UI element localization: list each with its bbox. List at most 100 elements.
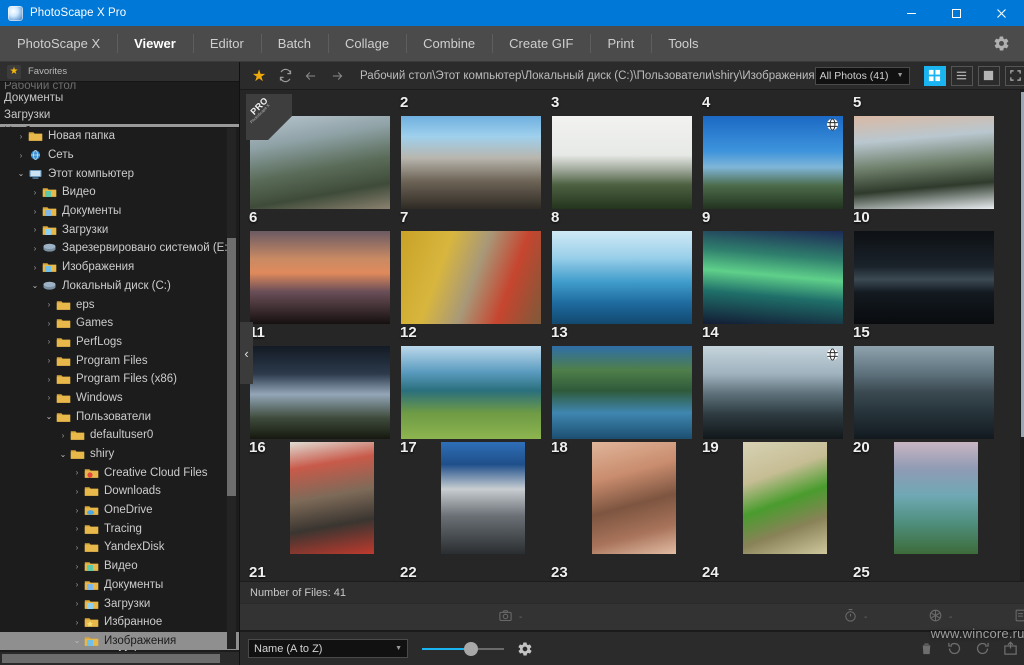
sidebar-hscrollbar-thumb[interactable] [2,654,220,663]
photo-filter-select[interactable]: All Photos (41) ▼ [814,66,910,85]
thumbnail-image[interactable] [552,346,692,439]
breadcrumb[interactable]: Рабочий стол\Этот компьютер\Локальный ди… [350,70,815,82]
favorite-item[interactable]: Рабочий стол [0,82,239,90]
chevron-right-icon[interactable]: › [70,599,84,608]
chevron-right-icon[interactable]: › [42,375,56,384]
thumbnail-cell[interactable]: 19 [699,439,850,554]
tree-item[interactable]: › Mobirise [0,650,239,651]
chevron-right-icon[interactable]: › [70,524,84,533]
thumbnail-cell[interactable]: 18 [548,439,699,554]
chevron-right-icon[interactable]: › [70,543,84,552]
tree-item[interactable]: › Видео [0,183,239,202]
tree-item[interactable]: › YandexDisk [0,538,239,557]
menu-item-photoscape-x[interactable]: PhotoScape X [0,26,117,61]
thumbnail-image[interactable] [703,346,843,439]
favorite-toggle-button[interactable]: ★ [246,65,272,87]
grid-scrollbar-thumb[interactable] [1020,92,1024,437]
refresh-button[interactable] [272,65,298,87]
thumbnail-image[interactable] [250,231,390,324]
menu-item-combine[interactable]: Combine [406,26,492,61]
tree-item[interactable]: › OneDrive [0,501,239,520]
thumbnail-image[interactable] [854,116,994,209]
sidebar-hscrollbar[interactable] [0,652,239,665]
chevron-right-icon[interactable]: › [28,244,42,253]
thumbnail-image[interactable] [854,231,994,324]
chevron-right-icon[interactable]: › [70,468,84,477]
thumbnail-cell[interactable]: 10 [850,209,1001,324]
tree-item[interactable]: › Windows [0,389,239,408]
chevron-right-icon[interactable]: › [70,580,84,589]
tree-item[interactable]: › Изображения [0,258,239,277]
fullscreen-view-button[interactable] [1004,65,1024,86]
maximize-button[interactable] [934,0,979,26]
chevron-down-icon[interactable]: ⌄ [70,636,84,645]
thumbnail-cell[interactable]: 6 [246,209,397,324]
chevron-down-icon[interactable]: ⌄ [14,169,28,178]
menu-item-create-gif[interactable]: Create GIF [492,26,590,61]
single-view-button[interactable] [977,65,1000,86]
menu-item-print[interactable]: Print [590,26,651,61]
tree-item[interactable]: › Избранное [0,613,239,632]
thumbnail-image[interactable] [441,442,525,554]
menu-item-collage[interactable]: Collage [328,26,406,61]
close-button[interactable] [979,0,1024,26]
thumbnail-image[interactable] [592,442,676,554]
tree-item[interactable]: ⌄ Этот компьютер [0,164,239,183]
thumbnail-image[interactable] [743,442,827,554]
thumbnail-image[interactable] [401,346,541,439]
thumbnail-image[interactable] [552,116,692,209]
tree-item[interactable]: › Загрузки [0,594,239,613]
thumbnail-cell[interactable]: 2 [397,94,548,209]
chevron-right-icon[interactable]: › [42,319,56,328]
thumbnail-cell[interactable]: 21 [246,564,397,581]
menu-item-editor[interactable]: Editor [192,26,261,61]
collapse-sidebar-button[interactable]: ‹ [240,322,253,384]
thumbnail-size-slider[interactable] [422,639,504,658]
list-view-button[interactable] [950,65,973,86]
sidebar-scrollbar[interactable] [227,128,236,649]
tree-item[interactable]: ⌄ Изображения [0,631,239,651]
chevron-down-icon[interactable]: ⌄ [28,281,42,290]
tree-item[interactable]: ⌄ Пользователи [0,407,239,426]
menu-item-batch[interactable]: Batch [260,26,328,61]
chevron-right-icon[interactable]: › [14,151,28,160]
thumbnail-cell[interactable]: 8 [548,209,699,324]
chevron-right-icon[interactable]: › [28,263,42,272]
grid-settings-button[interactable] [517,641,533,657]
slider-knob[interactable] [464,642,478,656]
tree-item[interactable]: ⌄ Локальный диск (C:) [0,277,239,296]
thumbnail-cell[interactable]: 24 [699,564,850,581]
tree-item[interactable]: ⌄ shiry [0,445,239,464]
thumbnail-image[interactable] [894,442,978,554]
chevron-down-icon[interactable]: ⌄ [42,412,56,421]
chevron-right-icon[interactable]: › [70,618,84,627]
tree-item[interactable]: › eps [0,295,239,314]
chevron-right-icon[interactable]: › [42,337,56,346]
tree-item[interactable]: › Видео [0,557,239,576]
sidebar-scrollbar-thumb[interactable] [227,238,236,496]
forward-button[interactable] [324,65,350,87]
menu-item-viewer[interactable]: Viewer [117,26,193,61]
chevron-right-icon[interactable]: › [84,650,98,651]
thumbnail-cell[interactable]: 1PROPhotoScape X [246,94,397,209]
thumbnail-cell[interactable]: 11 [246,324,397,439]
thumbnail-image[interactable] [703,116,843,209]
thumbnail-cell[interactable]: 3 [548,94,699,209]
chevron-right-icon[interactable]: › [28,225,42,234]
thumbnail-image[interactable] [703,231,843,324]
thumbnail-cell[interactable]: 7 [397,209,548,324]
tree-item[interactable]: › defaultuser0 [0,426,239,445]
thumbnail-image[interactable] [250,346,390,439]
favorite-item[interactable]: Документы [0,90,239,107]
chevron-right-icon[interactable]: › [42,300,56,309]
chevron-right-icon[interactable]: › [28,207,42,216]
settings-button[interactable] [979,26,1024,61]
chevron-right-icon[interactable]: › [14,132,28,141]
minimize-button[interactable] [889,0,934,26]
chevron-right-icon[interactable]: › [70,487,84,496]
tree-item[interactable]: › Документы [0,202,239,221]
sort-order-select[interactable]: Name (A to Z) ▼ [248,639,408,658]
thumbnail-cell[interactable]: 22 [397,564,548,581]
chevron-down-icon[interactable]: ⌄ [56,450,70,459]
chevron-right-icon[interactable]: › [42,356,56,365]
